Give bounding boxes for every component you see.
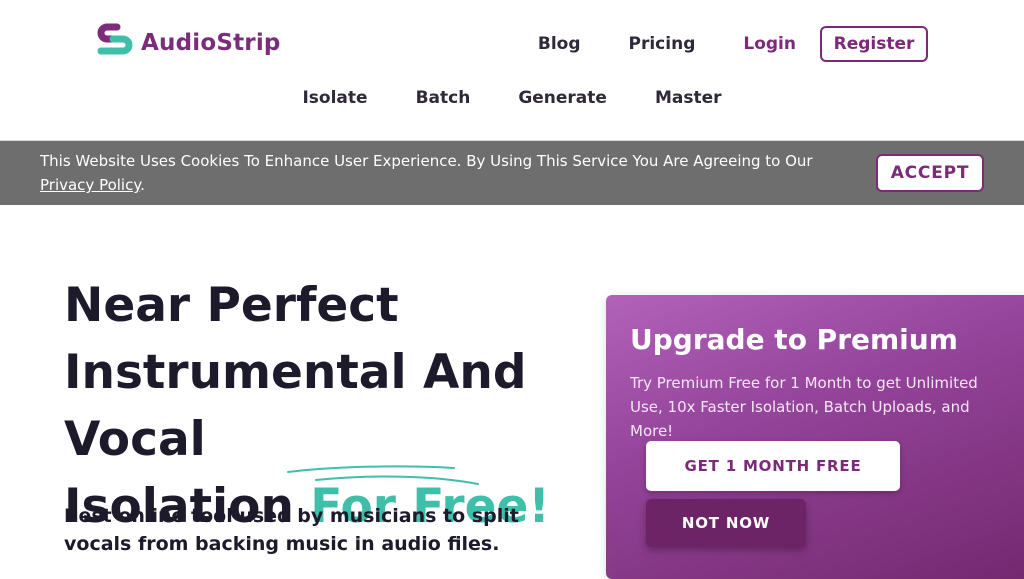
- hero-title: Near Perfect Instrumental And Vocal Isolat…: [64, 272, 664, 540]
- cookie-end: .: [140, 176, 145, 194]
- get-free-month-button[interactable]: GET 1 MONTH FREE: [646, 441, 900, 491]
- accept-cookies-button[interactable]: ACCEPT: [876, 154, 984, 192]
- top-nav: Blog Pricing Login Register: [490, 24, 928, 64]
- logo-text: AudioStrip: [141, 30, 281, 56]
- nav-login[interactable]: Login: [743, 24, 796, 64]
- cookie-banner: This Website Uses Cookies To Enhance Use…: [0, 141, 1024, 205]
- nav-blog[interactable]: Blog: [538, 24, 581, 64]
- nav-isolate[interactable]: Isolate: [302, 88, 367, 108]
- premium-upsell-panel: Upgrade to Premium Try Premium Free for …: [606, 295, 1024, 579]
- nav-master[interactable]: Master: [655, 88, 722, 108]
- privacy-policy-link[interactable]: Privacy Policy: [40, 176, 140, 194]
- squiggle-underline-icon: [287, 465, 479, 485]
- nav-batch[interactable]: Batch: [416, 88, 471, 108]
- cookie-message: This Website Uses Cookies To Enhance Use…: [40, 152, 813, 170]
- cookie-text: This Website Uses Cookies To Enhance Use…: [40, 149, 840, 197]
- hero-subtitle: Best online tool used by musicians to sp…: [64, 505, 519, 555]
- not-now-button[interactable]: NOT NOW: [646, 499, 806, 547]
- logo[interactable]: AudioStrip: [95, 22, 281, 64]
- premium-description: Try Premium Free for 1 Month to get Unli…: [630, 374, 978, 440]
- site-header: AudioStrip Blog Pricing Login Register I…: [0, 0, 1024, 141]
- register-button[interactable]: Register: [820, 26, 928, 62]
- hero-title-line-1: Near Perfect: [64, 278, 399, 333]
- hero-title-line-2: Instrumental And Vocal: [64, 345, 527, 467]
- audiostrip-logo-icon: [97, 23, 133, 55]
- nav-generate[interactable]: Generate: [518, 88, 607, 108]
- premium-title: Upgrade to Premium: [630, 323, 958, 356]
- tools-nav: Isolate Batch Generate Master: [0, 88, 1024, 108]
- nav-pricing[interactable]: Pricing: [629, 24, 696, 64]
